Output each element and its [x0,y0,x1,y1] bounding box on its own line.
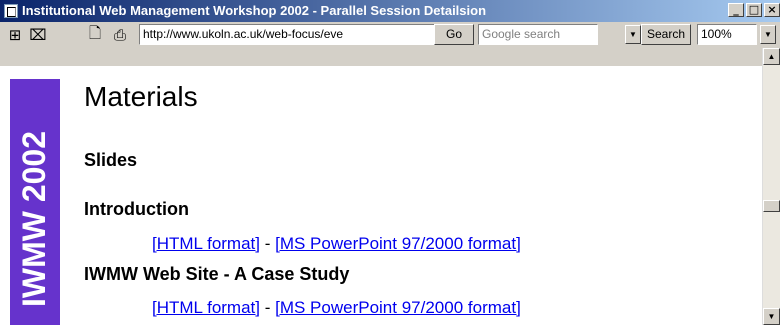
scroll-down-arrow[interactable]: ▼ [763,308,780,325]
title-bar: Institutional Web Management Workshop 20… [0,0,780,22]
sidebar-banner: IWMW 2002 [10,79,60,325]
link-separator: - [260,234,276,253]
print-icon[interactable]: ⎙ [109,24,131,46]
html-format-link[interactable]: [HTML format] [152,234,260,253]
powerpoint-format-link[interactable]: [MS PowerPoint 97/2000 format] [275,298,521,317]
link-separator: - [260,298,276,317]
link-row: [HTML format] - [MS PowerPoint 97/2000 f… [152,298,521,318]
minimize-button[interactable]: _ [728,3,744,17]
search-dropdown-button[interactable]: ▼ [625,25,641,44]
close-button[interactable]: × [764,3,780,17]
window-title: Institutional Web Management Workshop 20… [22,3,487,18]
page-title: Materials [84,81,198,112]
address-bar[interactable]: http://www.ukoln.ac.uk/web-focus/eve [139,24,472,45]
maximize-button[interactable]: □ [746,3,762,17]
page-icon [4,4,18,18]
powerpoint-format-link[interactable]: [MS PowerPoint 97/2000 format] [275,234,521,253]
zoom-dropdown-button[interactable]: ▼ [760,25,776,44]
go-button[interactable]: Go [434,24,474,45]
search-input[interactable]: Google search [478,24,598,45]
search-button[interactable]: Search [641,24,691,45]
vertical-scrollbar[interactable]: ▲ ▼ [762,48,780,325]
item-title: IWMW Web Site - A Case Study [84,264,350,284]
section-heading: Slides [84,150,138,170]
zoom-field[interactable]: 100% [697,24,757,45]
scroll-up-arrow[interactable]: ▲ [763,48,780,65]
link-row: [HTML format] - [MS PowerPoint 97/2000 f… [152,234,521,254]
new-page-icon[interactable]: 🗋 [84,24,106,46]
computer-icon[interactable]: ⌧ [27,24,49,46]
item-title: Introduction [84,199,189,219]
sidebar-text: IWMW 2002 [16,130,52,307]
scroll-thumb[interactable] [763,200,780,212]
window-controls: _ □ × [728,3,780,17]
page-content: IWMW 2002 Materials Slides Introduction … [0,66,762,325]
toolbar: ⊞ ⌧ 🗋 ⎙ http://www.ukoln.ac.uk/web-focus… [0,22,780,67]
html-format-link[interactable]: [HTML format] [152,298,260,317]
network-icon[interactable]: ⊞ [4,24,26,46]
